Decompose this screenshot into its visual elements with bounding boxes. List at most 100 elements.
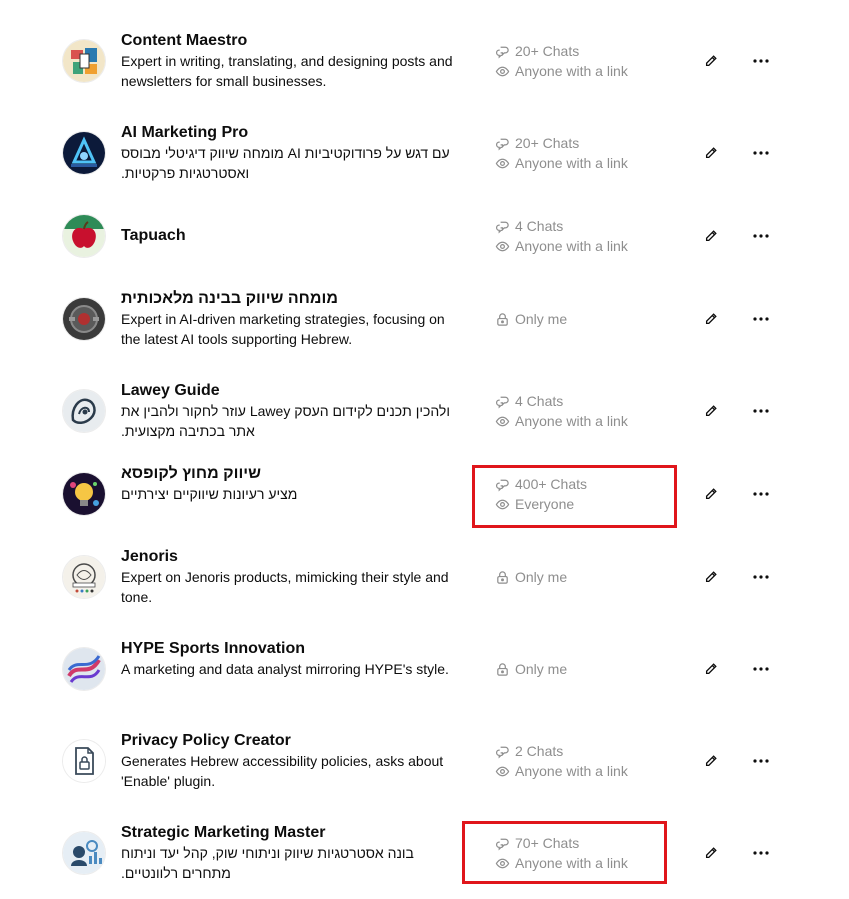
- more-options-button[interactable]: [749, 484, 773, 504]
- chat-bubbles-icon: [496, 221, 509, 234]
- eye-icon: [495, 858, 510, 868]
- gpt-avatar: [63, 390, 105, 432]
- gpt-row[interactable]: Privacy Policy Creator Generates Hebrew …: [0, 715, 849, 807]
- gpt-avatar: [63, 832, 105, 874]
- pencil-icon: [705, 755, 717, 767]
- gpt-description: ולהכין תכנים לקידום העסק Lawey עוזר לחקו…: [121, 403, 450, 439]
- visibility: Only me: [495, 567, 665, 587]
- gpt-row[interactable]: Lawey Guide ולהכין תכנים לקידום העסק Law…: [0, 365, 849, 457]
- chats-count: 4 Chats: [495, 216, 665, 236]
- gpt-description: עם דגש על פרודוקטיביות AI מומחה שיווק די…: [121, 145, 450, 181]
- eye-icon: [495, 499, 510, 509]
- pencil-icon: [705, 55, 717, 67]
- chats-text: 2 Chats: [515, 743, 564, 759]
- visibility-text: Anyone with a link: [515, 155, 628, 171]
- gpt-row[interactable]: Content Maestro Expert in writing, trans…: [0, 15, 849, 107]
- edit-button[interactable]: [701, 659, 721, 679]
- ellipsis-icon: [753, 151, 769, 155]
- eye-icon: [495, 241, 510, 251]
- gpt-name: Privacy Policy Creator: [121, 732, 291, 749]
- gpt-meta: 70+ Chats Anyone with a link: [495, 833, 665, 873]
- chat-bubbles-icon: [496, 479, 509, 492]
- edit-button[interactable]: [701, 484, 721, 504]
- gpt-avatar: [63, 473, 105, 515]
- visibility: Anyone with a link: [495, 236, 665, 256]
- gpt-meta: 2 Chats Anyone with a link: [495, 741, 665, 781]
- gpt-name: Content Maestro: [121, 32, 248, 49]
- pencil-icon: [705, 663, 717, 675]
- more-options-button[interactable]: [749, 843, 773, 863]
- ellipsis-icon: [753, 317, 769, 321]
- gpt-avatar: [63, 740, 105, 782]
- pencil-icon: [705, 147, 717, 159]
- gpt-description: A marketing and data analyst mirroring H…: [121, 661, 449, 677]
- gpt-info: Strategic Marketing Master בונה אסטרטגיו…: [121, 823, 466, 883]
- ellipsis-icon: [753, 234, 769, 238]
- gpt-meta: Only me: [495, 567, 665, 587]
- pencil-icon: [705, 230, 717, 242]
- gpt-info: מומחה שיווק בבינה מלאכותית Expert in AI-…: [121, 289, 466, 349]
- visibility-text: Anyone with a link: [515, 855, 628, 871]
- edit-button[interactable]: [701, 567, 721, 587]
- visibility: Anyone with a link: [495, 761, 665, 781]
- gpt-description: בונה אסטרטגיות שיווק וניתוחי שוק, קהל יע…: [121, 845, 414, 881]
- more-options-button[interactable]: [749, 51, 773, 71]
- edit-button[interactable]: [701, 309, 721, 329]
- pencil-icon: [705, 405, 717, 417]
- gpt-description: Expert on Jenoris products, mimicking th…: [121, 569, 449, 605]
- visibility-text: Everyone: [515, 496, 575, 512]
- gpt-row[interactable]: מומחה שיווק בבינה מלאכותית Expert in AI-…: [0, 273, 849, 365]
- chat-bubbles-icon: [496, 838, 509, 851]
- gpt-row[interactable]: Tapuach 4 Chats Anyone with a link: [0, 190, 849, 282]
- chats-text: 20+ Chats: [515, 135, 580, 151]
- gpt-name: Jenoris: [121, 548, 178, 565]
- chats-count: 2 Chats: [495, 741, 665, 761]
- more-options-button[interactable]: [749, 143, 773, 163]
- gpt-row[interactable]: AI Marketing Pro עם דגש על פרודוקטיביות …: [0, 107, 849, 199]
- gpt-meta: 20+ Chats Anyone with a link: [495, 41, 665, 81]
- edit-button[interactable]: [701, 401, 721, 421]
- visibility-text: Anyone with a link: [515, 238, 628, 254]
- chats-count: 4 Chats: [495, 391, 665, 411]
- ellipsis-icon: [753, 759, 769, 763]
- gpt-avatar: [63, 556, 105, 598]
- gpt-meta: 4 Chats Anyone with a link: [495, 391, 665, 431]
- more-options-button[interactable]: [749, 309, 773, 329]
- gpt-name: Strategic Marketing Master: [121, 824, 326, 841]
- more-options-button[interactable]: [749, 401, 773, 421]
- gpt-meta: Only me: [495, 309, 665, 329]
- gpt-name: Tapuach: [121, 227, 186, 244]
- chat-bubbles-icon: [496, 46, 509, 59]
- eye-icon: [495, 416, 510, 426]
- lock-icon: [497, 312, 508, 326]
- visibility: Anyone with a link: [495, 153, 665, 173]
- ellipsis-icon: [753, 575, 769, 579]
- gpt-row[interactable]: שיווק מחוץ לקופסא מציע רעיונות שיווקיים …: [0, 448, 849, 540]
- visibility-text: Only me: [515, 311, 568, 327]
- more-options-button[interactable]: [749, 659, 773, 679]
- ellipsis-icon: [753, 851, 769, 855]
- chats-text: 400+ Chats: [515, 476, 587, 492]
- more-options-button[interactable]: [749, 226, 773, 246]
- gpt-row[interactable]: HYPE Sports Innovation A marketing and d…: [0, 623, 849, 715]
- edit-button[interactable]: [701, 226, 721, 246]
- more-options-button[interactable]: [749, 751, 773, 771]
- gpt-meta: 400+ Chats Everyone: [495, 474, 665, 514]
- ellipsis-icon: [753, 492, 769, 496]
- gpt-row[interactable]: Strategic Marketing Master בונה אסטרטגיו…: [0, 807, 849, 899]
- lock-icon: [497, 662, 508, 676]
- gpt-description: מציע רעיונות שיווקיים יצירתיים: [121, 486, 298, 502]
- pencil-icon: [705, 571, 717, 583]
- edit-button[interactable]: [701, 843, 721, 863]
- gpt-info: AI Marketing Pro עם דגש על פרודוקטיביות …: [121, 123, 466, 183]
- edit-button[interactable]: [701, 51, 721, 71]
- gpt-name: HYPE Sports Innovation: [121, 640, 306, 657]
- edit-button[interactable]: [701, 751, 721, 771]
- gpt-meta: 4 Chats Anyone with a link: [495, 216, 665, 256]
- chats-text: 70+ Chats: [515, 835, 580, 851]
- edit-button[interactable]: [701, 143, 721, 163]
- chat-bubbles-icon: [496, 396, 509, 409]
- gpt-row[interactable]: Jenoris Expert on Jenoris products, mimi…: [0, 531, 849, 623]
- chats-count: 400+ Chats: [495, 474, 665, 494]
- more-options-button[interactable]: [749, 567, 773, 587]
